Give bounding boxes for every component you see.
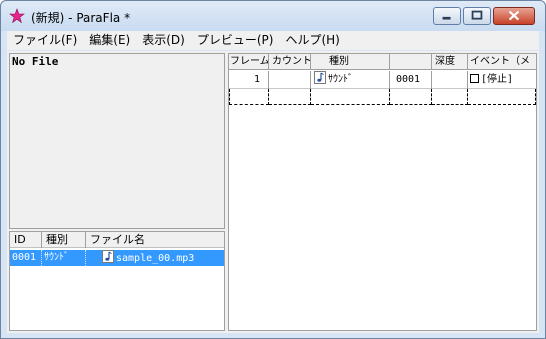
close-icon [508,10,520,21]
library-row-file: sample_00.mp3 [86,250,224,266]
menu-preview[interactable]: プレビュー(P) [191,31,280,50]
timeline-col-type[interactable]: 種別 [311,54,390,70]
timeline-row[interactable]: 1 ｻｳﾝﾄﾞ 0001 [停止] [229,71,536,89]
new-row-cell-event[interactable] [468,89,536,105]
file-pane[interactable]: No File [9,53,225,229]
library-row-type: ｻｳﾝﾄﾞ [42,250,86,266]
maximize-icon [471,10,483,20]
close-button[interactable] [493,7,535,25]
library-row[interactable]: 0001 ｻｳﾝﾄﾞ sample_00.mp3 [10,250,224,266]
timeline-new-row[interactable] [229,89,536,107]
music-note-icon [314,71,326,84]
timeline-cell-depth [432,71,468,89]
library-header: ID 種別 ファイル名 [10,232,224,248]
minimize-button[interactable] [433,7,461,25]
music-note-icon [102,250,114,263]
menu-view[interactable]: 表示(D) [136,31,191,50]
menu-help[interactable]: ヘルプ(H) [279,31,345,50]
file-pane-title: No File [12,55,59,68]
parafla-star-icon [9,8,25,24]
new-row-cell-id[interactable] [390,89,432,105]
title-bar[interactable]: (新規) - ParaFla * [1,1,545,31]
minimize-icon [442,16,451,20]
new-row-cell-count[interactable] [269,89,311,105]
timeline-cell-event[interactable]: [停止] [468,71,536,89]
timeline-cell-count [269,71,311,89]
event-checkbox[interactable] [470,74,479,83]
new-row-cell-type[interactable] [311,89,390,105]
new-row-cell-frame[interactable] [229,89,269,105]
menu-file[interactable]: ファイル(F) [7,31,83,50]
library-list[interactable]: ID 種別 ファイル名 0001 ｻｳﾝﾄﾞ sample_00.mp3 [9,231,225,331]
timeline-col-frame[interactable]: フレーム [229,54,269,70]
library-col-id[interactable]: ID [10,232,42,248]
timeline-col-depth[interactable]: 深度 [432,54,468,70]
timeline-col-event[interactable]: イベント（メ [468,54,536,70]
library-col-filename[interactable]: ファイル名 [86,232,224,248]
timeline-cell-frame: 1 [229,71,269,89]
client-area: No File ID 種別 ファイル名 0001 ｻｳﾝﾄﾞ sample_00… [7,51,539,333]
timeline-cell-type: ｻｳﾝﾄﾞ [311,71,390,89]
library-row-id: 0001 [10,250,42,266]
timeline-col-id[interactable] [390,54,432,70]
timeline-cell-id: 0001 [390,71,432,89]
menu-edit[interactable]: 編集(E) [83,31,136,50]
timeline-cell-type-label: ｻｳﾝﾄﾞ [328,74,353,85]
library-row-filename: sample_00.mp3 [116,253,195,264]
timeline-col-count[interactable]: カウント [269,54,311,70]
maximize-button[interactable] [463,7,491,25]
menu-bar: ファイル(F) 編集(E) 表示(D) プレビュー(P) ヘルプ(H) [7,31,539,50]
library-col-type[interactable]: 種別 [42,232,86,248]
window-controls [433,7,535,25]
window-title: (新規) - ParaFla * [31,11,131,25]
app-window: (新規) - ParaFla * ファイル(F) 編集(E) 表示(D) プレビ… [0,0,546,339]
new-row-cell-depth[interactable] [432,89,468,105]
timeline-header: フレーム カウント 種別 深度 イベント（メ [229,54,536,70]
timeline-grid[interactable]: フレーム カウント 種別 深度 イベント（メ 1 ｻｳﾝﾄﾞ 0001 [停止] [228,53,537,331]
timeline-cell-event-label: [停止] [481,74,514,85]
file-preview-area[interactable] [10,68,224,228]
